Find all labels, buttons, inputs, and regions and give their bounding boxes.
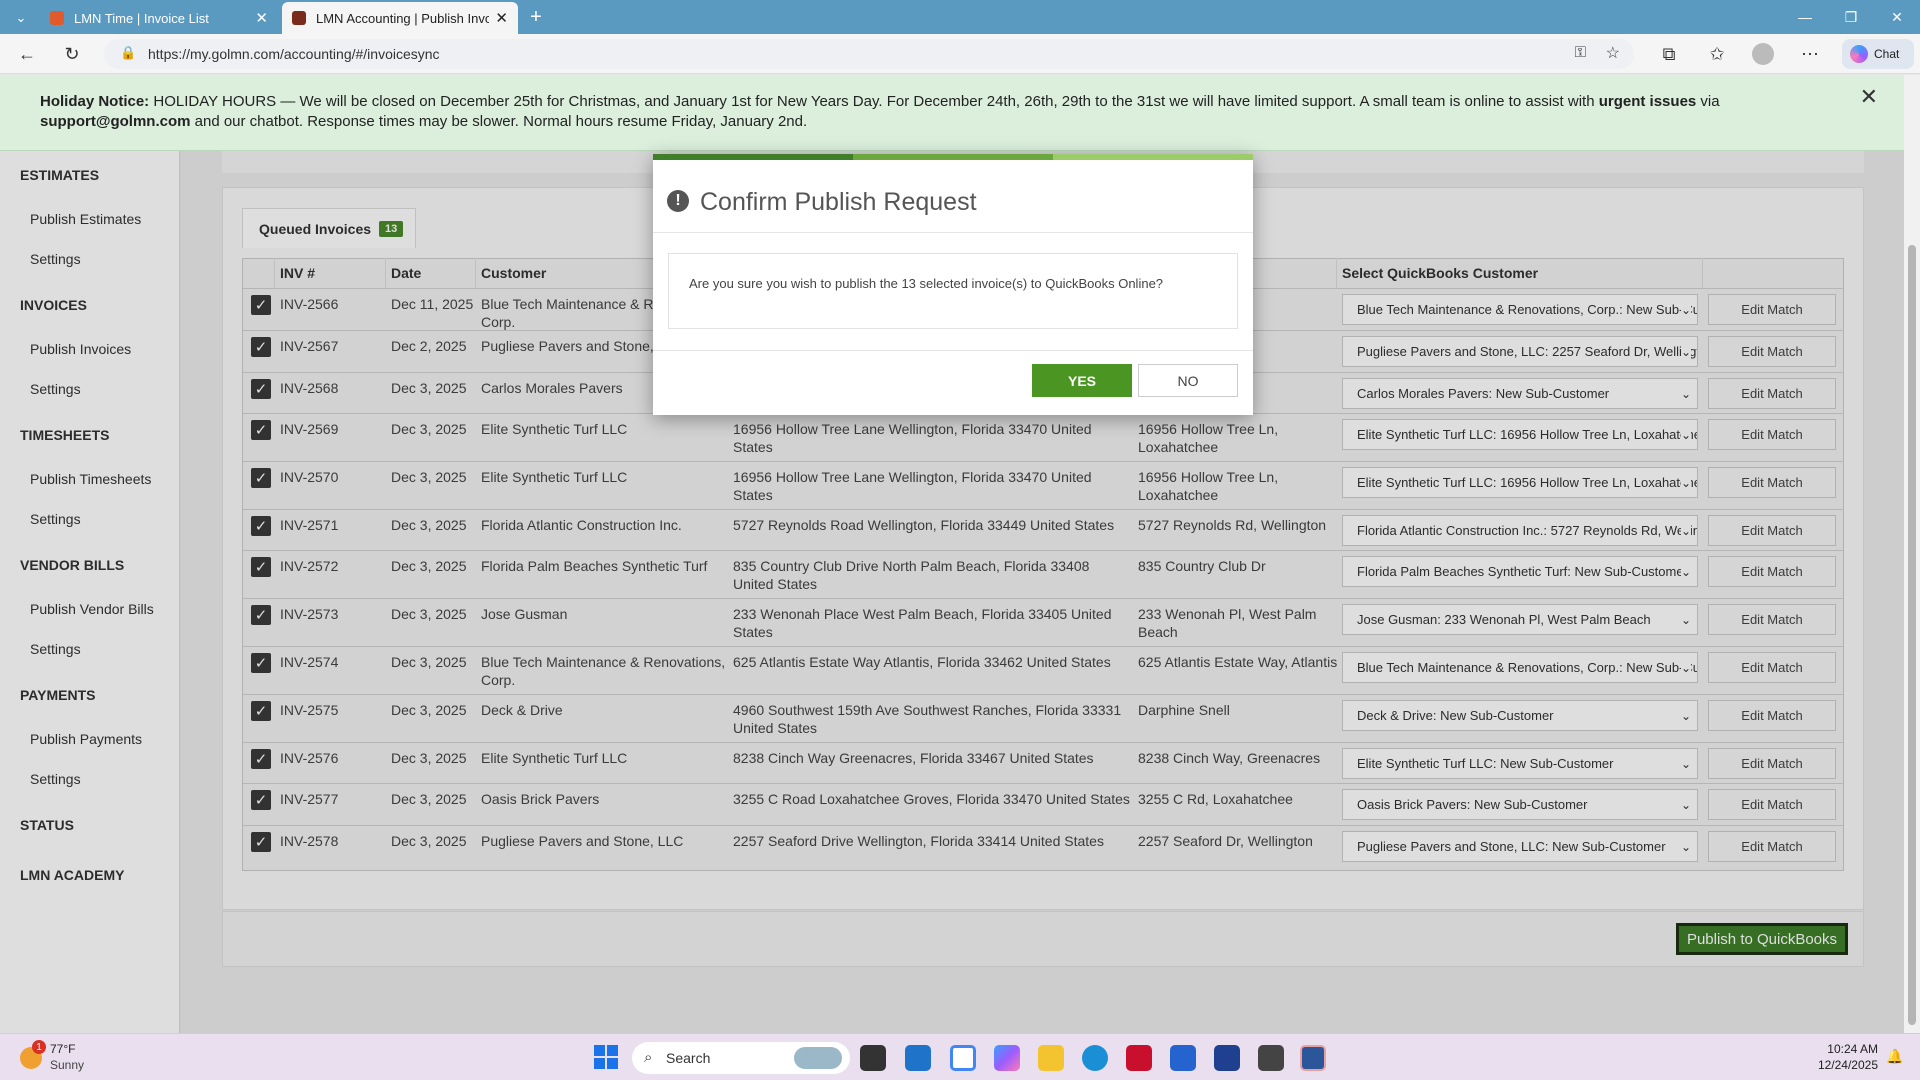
tab-invoice-list[interactable]: LMN Time | Invoice List ✕ (40, 2, 278, 34)
weather-desc: Sunny (50, 1058, 85, 1072)
mcafee-icon[interactable] (1126, 1045, 1152, 1071)
file-explorer-icon[interactable] (1038, 1045, 1064, 1071)
back-button[interactable]: ← (12, 39, 42, 69)
search-highlight-icon (794, 1047, 842, 1069)
exclamation-icon: ! (667, 190, 689, 212)
notice-text: and our chatbot. Response times may be s… (190, 113, 808, 130)
yes-button[interactable]: YES (1032, 364, 1132, 397)
new-tab-button[interactable]: + (513, 0, 559, 34)
copilot-icon[interactable] (994, 1045, 1020, 1071)
address-bar[interactable]: 🔒 https://my.golmn.com/accounting/#/invo… (104, 39, 1634, 69)
tab-label: LMN Time | Invoice List (74, 10, 209, 26)
windows-start-icon[interactable] (594, 1045, 618, 1069)
modal-footer: YES NO (653, 350, 1253, 415)
favorites-icon[interactable]: ✩ (1702, 39, 1732, 69)
tab-label: LMN Accounting | Publish Invoice (316, 10, 490, 26)
minimize-button[interactable]: — (1782, 0, 1828, 34)
scrollbar-thumb[interactable] (1908, 245, 1916, 1025)
restore-button[interactable]: ❐ (1828, 0, 1874, 34)
key-icon[interactable]: ⚿ (1575, 44, 1586, 61)
todo-icon[interactable] (1170, 1045, 1196, 1071)
modal-header: ! Confirm Publish Request (653, 160, 1253, 233)
browser-titlebar: ⌄ LMN Time | Invoice List ✕ LMN Accounti… (0, 0, 1920, 34)
edge-icon[interactable] (1082, 1045, 1108, 1071)
search-icon: ⌕ (644, 1049, 653, 1066)
more-icon[interactable]: ⋯ (1795, 39, 1825, 69)
tab-publish-invoice[interactable]: LMN Accounting | Publish Invoice ✕ (282, 2, 518, 34)
confirm-publish-modal: ! Confirm Publish Request Are you sure y… (653, 154, 1253, 415)
clock-time[interactable]: 10:24 AM (1818, 1042, 1878, 1056)
lmn-favicon (292, 11, 306, 25)
notice-urgent: urgent issues (1598, 93, 1697, 110)
modal-title: Confirm Publish Request (700, 188, 977, 216)
copilot-icon (1850, 45, 1868, 63)
chat-button[interactable]: Chat (1842, 39, 1914, 69)
google-icon[interactable] (950, 1045, 976, 1071)
clock-date[interactable]: 12/24/2025 (1810, 1058, 1878, 1072)
weather-temp[interactable]: 77°F (50, 1042, 75, 1056)
profile-icon[interactable] (1748, 39, 1778, 69)
app-icon[interactable] (1214, 1045, 1240, 1071)
lmn-favicon (50, 11, 64, 25)
search-placeholder: Search (666, 1050, 711, 1066)
snipping-tool-icon[interactable] (1258, 1045, 1284, 1071)
taskbar: 1 77°F Sunny ⌕ Search 10:24 AM 12/24/202… (0, 1033, 1920, 1080)
weather-badge: 1 (32, 1040, 46, 1054)
notifications-icon[interactable]: 🔔 (1886, 1048, 1903, 1065)
close-icon[interactable]: ✕ (495, 9, 508, 27)
url-text: https://my.golmn.com/accounting/#/invoic… (148, 46, 440, 62)
modal-message: Are you sure you wish to publish the 13 … (668, 253, 1238, 329)
notice-text: via (1696, 93, 1720, 110)
window-close-button[interactable]: ✕ (1874, 0, 1920, 34)
browser-toolbar: ← ↻ 🔒 https://my.golmn.com/accounting/#/… (0, 34, 1920, 74)
lock-icon: 🔒 (120, 45, 137, 60)
star-icon[interactable]: ☆ (1606, 43, 1620, 63)
close-icon[interactable]: ✕ (1860, 86, 1878, 108)
notice-email: support@golmn.com (40, 113, 191, 130)
chevron-down-icon: ⌄ (15, 10, 27, 25)
taskbar-search[interactable]: ⌕ Search (632, 1042, 850, 1074)
extensions-icon[interactable]: ⧉ (1654, 39, 1684, 69)
word-icon[interactable] (1300, 1045, 1326, 1071)
no-button[interactable]: NO (1138, 364, 1238, 397)
notice-label: Holiday Notice: (40, 93, 150, 110)
tab-list-button[interactable]: ⌄ (6, 2, 36, 34)
outlook-icon[interactable] (905, 1045, 931, 1071)
holiday-notice: Holiday Notice: HOLIDAY HOURS — We will … (0, 75, 1904, 151)
refresh-button[interactable]: ↻ (57, 39, 87, 69)
close-icon[interactable]: ✕ (255, 9, 268, 27)
task-view-icon[interactable] (860, 1045, 886, 1071)
notice-text: HOLIDAY HOURS — We will be closed on Dec… (149, 93, 1599, 110)
